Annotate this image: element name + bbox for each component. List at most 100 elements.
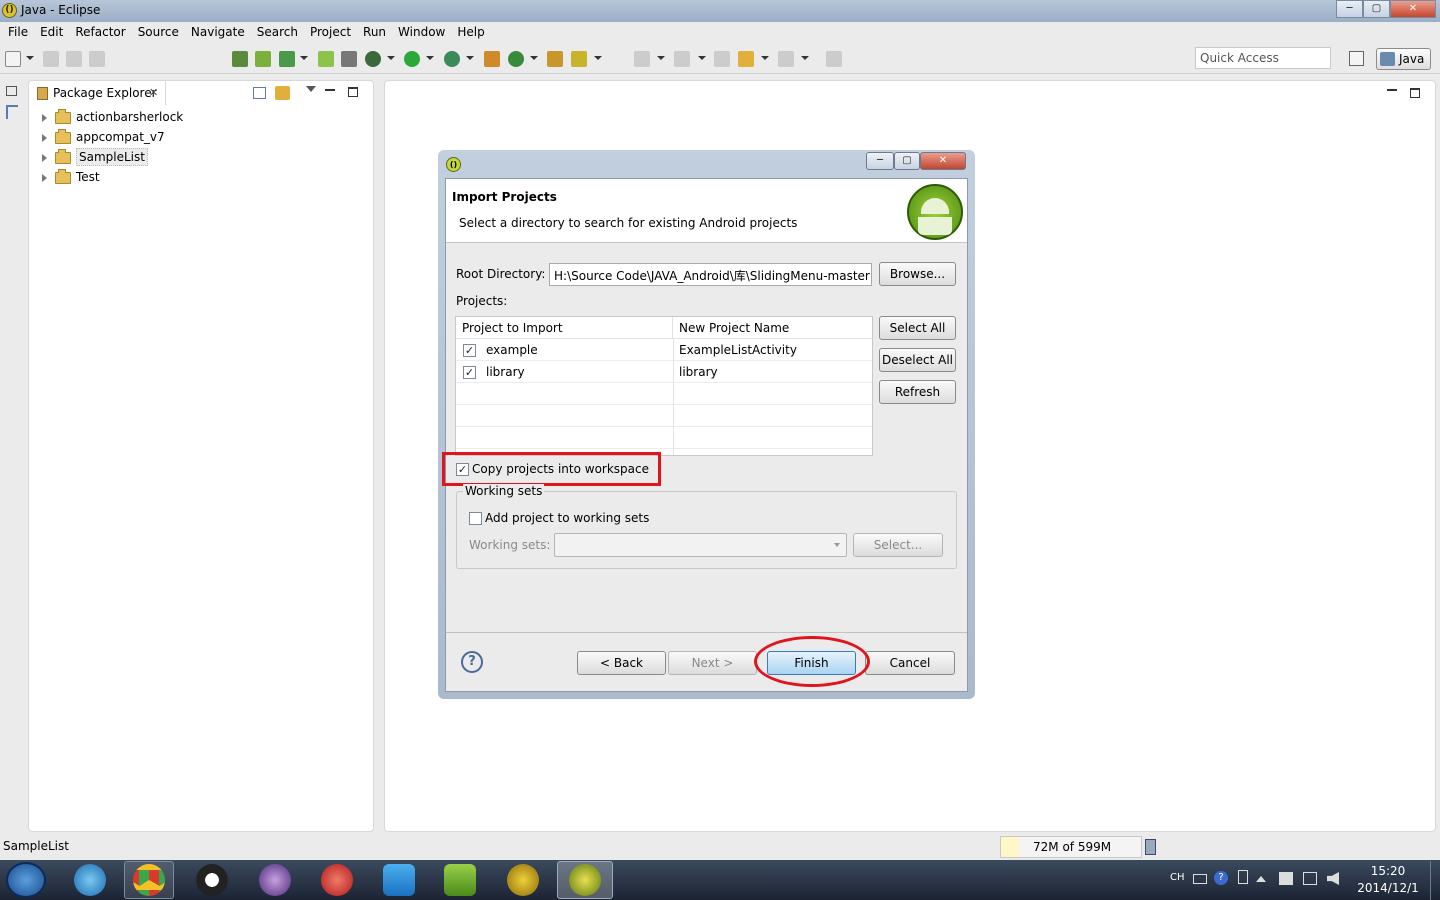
menu-help[interactable]: Help — [451, 22, 490, 42]
start-button-icon[interactable] — [6, 862, 46, 898]
open-perspective-icon[interactable] — [1349, 51, 1364, 66]
expand-arrow-icon[interactable] — [42, 173, 47, 182]
show-hidden-icons-icon[interactable] — [1256, 876, 1266, 882]
tree-item-test[interactable]: Test — [42, 167, 100, 187]
lint-check-icon[interactable] — [279, 51, 295, 67]
cancel-button[interactable]: Cancel — [865, 651, 955, 675]
internet-explorer-icon[interactable] — [74, 864, 106, 896]
open-type-icon[interactable] — [547, 51, 563, 67]
keyboard-icon[interactable] — [1193, 874, 1207, 884]
new-android-project-icon[interactable] — [318, 51, 334, 67]
back-arrow-icon[interactable] — [738, 51, 754, 67]
help-icon[interactable]: ? — [461, 651, 483, 673]
minimize-button[interactable]: ─ — [1336, 0, 1363, 18]
row-checkbox-library[interactable]: ✓ — [463, 361, 476, 383]
editor-minimize-icon[interactable] — [1387, 89, 1397, 91]
chrome-icon[interactable] — [133, 864, 165, 896]
red-app-icon[interactable] — [321, 864, 353, 896]
editor-maximize-icon[interactable] — [1410, 88, 1420, 98]
search-dropdown-icon[interactable] — [594, 56, 602, 60]
expand-arrow-icon[interactable] — [42, 133, 47, 142]
search-icon[interactable] — [571, 51, 587, 67]
new-class-icon[interactable] — [508, 51, 524, 67]
menu-project[interactable]: Project — [304, 22, 357, 42]
menu-window[interactable]: Window — [392, 22, 451, 42]
row-new-project-name[interactable]: ExampleListActivity — [679, 339, 797, 361]
print-icon[interactable] — [89, 51, 105, 67]
minimize-view-icon[interactable] — [325, 89, 335, 91]
ultraedit-icon[interactable] — [507, 864, 539, 896]
tree-item-appcompat-v7[interactable]: appcompat_v7 — [42, 127, 165, 147]
save-all-icon[interactable] — [66, 51, 82, 67]
network-icon[interactable] — [1303, 872, 1317, 885]
expand-arrow-icon[interactable] — [42, 153, 47, 162]
forward-dropdown-icon[interactable] — [801, 56, 809, 60]
back-dropdown-icon[interactable] — [761, 56, 769, 60]
back-button[interactable]: < Back — [577, 651, 666, 675]
ime-settings-icon[interactable] — [1238, 870, 1248, 884]
qq-icon[interactable] — [196, 864, 228, 896]
menu-refactor[interactable]: Refactor — [69, 22, 131, 42]
checkbox-checked-icon[interactable]: ✓ — [463, 366, 476, 379]
row-new-project-name[interactable]: library — [679, 361, 718, 383]
quick-access-input[interactable]: Quick Access — [1195, 47, 1331, 69]
maximize-view-icon[interactable] — [348, 87, 358, 97]
new-class-dropdown-icon[interactable] — [530, 56, 538, 60]
language-indicator[interactable]: CH — [1170, 872, 1185, 883]
android-sdk-manager-icon[interactable] — [444, 864, 476, 896]
forward-arrow-icon[interactable] — [778, 51, 794, 67]
menu-source[interactable]: Source — [132, 22, 185, 42]
deselect-all-button[interactable]: Deselect All — [879, 348, 956, 372]
menu-run[interactable]: Run — [357, 22, 392, 42]
add-to-working-sets-checkbox[interactable]: Add project to working sets — [469, 511, 649, 525]
root-directory-input[interactable]: H:\Source Code\JAVA_Android\库\SlidingMen… — [549, 263, 872, 286]
lint-dropdown-icon[interactable] — [300, 56, 308, 60]
menu-navigate[interactable]: Navigate — [185, 22, 251, 42]
select-all-button[interactable]: Select All — [879, 316, 956, 340]
browse-button[interactable]: Browse... — [879, 262, 956, 286]
close-view-icon[interactable]: ✕ — [149, 86, 158, 99]
link-with-editor-icon[interactable] — [275, 86, 290, 100]
tree-item-samplelist[interactable]: SampleList — [42, 147, 148, 167]
checkbox-checked-icon[interactable]: ✓ — [463, 344, 476, 357]
checkbox-unchecked-icon[interactable] — [469, 512, 482, 525]
debug-dropdown-icon[interactable] — [387, 56, 395, 60]
tree-item-actionbarsherlock[interactable]: actionbarsherlock — [42, 107, 183, 127]
prev-annotation-dropdown-icon[interactable] — [698, 56, 706, 60]
pin-icon[interactable] — [341, 51, 357, 67]
debug-icon[interactable] — [365, 51, 381, 67]
menu-search[interactable]: Search — [251, 22, 304, 42]
help-tray-icon[interactable]: ? — [1214, 871, 1228, 885]
refresh-button[interactable]: Refresh — [879, 380, 956, 404]
run-dropdown-icon[interactable] — [426, 56, 434, 60]
dialog-maximize-button[interactable]: ▢ — [894, 152, 920, 170]
expand-arrow-icon[interactable] — [42, 113, 47, 122]
eclipse-icon[interactable] — [569, 864, 601, 896]
collapse-all-icon[interactable] — [253, 87, 266, 99]
prev-annotation-icon[interactable] — [674, 51, 690, 67]
column-header-new-name[interactable]: New Project Name — [673, 317, 872, 339]
dialog-minimize-button[interactable]: ─ — [866, 152, 894, 170]
column-header-project[interactable]: Project to Import — [456, 317, 673, 339]
menu-file[interactable]: File — [0, 22, 34, 42]
outline-icon[interactable] — [6, 105, 18, 119]
menu-edit[interactable]: Edit — [34, 22, 69, 42]
pin-editor-icon[interactable] — [826, 51, 842, 67]
tray-clock[interactable]: 15:20 2014/12/1 — [1356, 863, 1420, 897]
new-package-icon[interactable] — [484, 51, 500, 67]
close-button[interactable]: ✕ — [1390, 0, 1436, 18]
blue-app-icon[interactable] — [383, 864, 415, 896]
new-icon[interactable] — [5, 51, 21, 67]
download-icon[interactable] — [232, 51, 248, 67]
action-center-icon[interactable] — [1279, 872, 1293, 885]
dialog-close-button[interactable]: ✕ — [920, 152, 966, 170]
new-dropdown-icon[interactable] — [26, 56, 34, 60]
last-edit-icon[interactable] — [714, 51, 730, 67]
external-tools-dropdown-icon[interactable] — [466, 56, 474, 60]
maximize-button[interactable]: ▢ — [1363, 0, 1390, 18]
next-annotation-dropdown-icon[interactable] — [657, 56, 665, 60]
row-checkbox-example[interactable]: ✓ — [463, 339, 476, 361]
show-desktop-button[interactable] — [1430, 861, 1440, 900]
eclipse-purple-icon[interactable] — [259, 864, 291, 896]
run-icon[interactable] — [404, 51, 420, 67]
